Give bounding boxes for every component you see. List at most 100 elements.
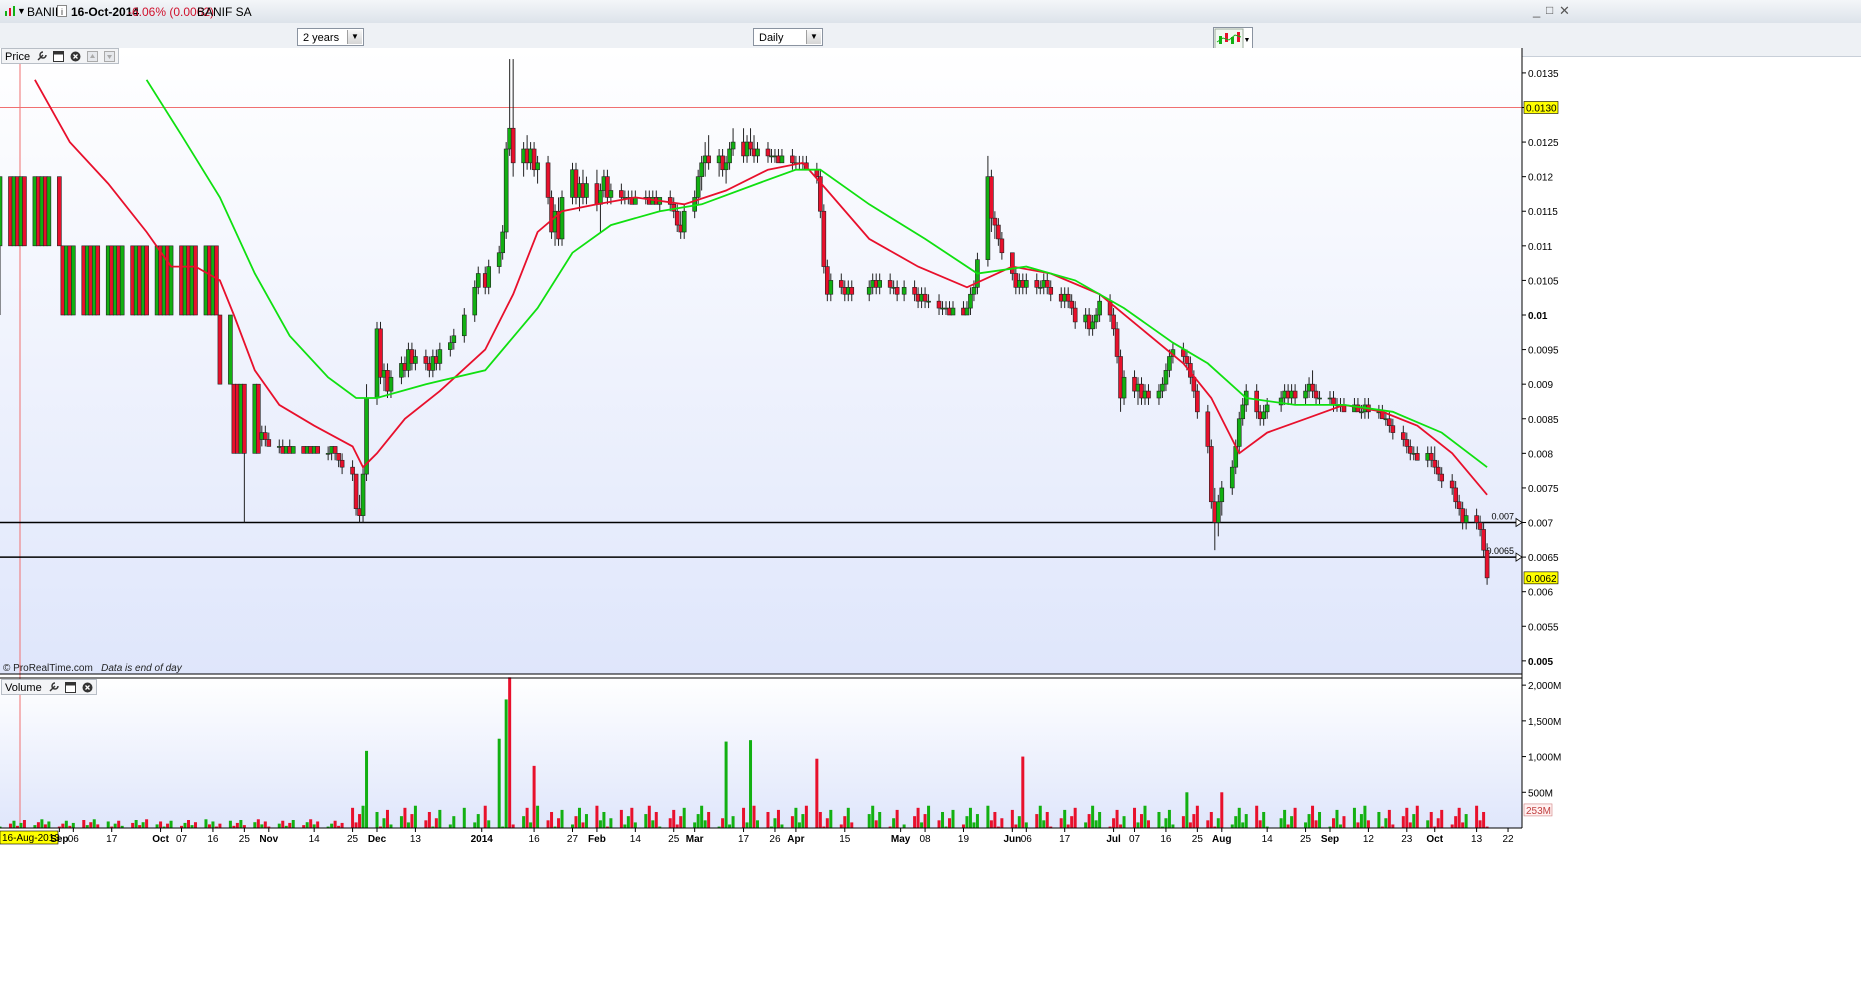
move-down-icon[interactable]: [104, 51, 116, 62]
volume-bar: [560, 809, 564, 828]
candle-body: [46, 176, 52, 247]
candle-body: [926, 300, 931, 303]
volume-bar: [1209, 811, 1213, 828]
candle-body: [451, 335, 457, 343]
volume-bar: [253, 822, 257, 828]
candle-body: [1209, 446, 1214, 503]
volume-bar: [1094, 820, 1098, 828]
volume-tick-label: 1,500M: [1528, 717, 1561, 728]
volume-bar: [309, 819, 313, 828]
move-up-icon[interactable]: [87, 51, 99, 62]
window-icon[interactable]: [53, 51, 65, 62]
candle-body: [1456, 501, 1462, 509]
volume-bar: [40, 819, 44, 828]
volume-bar: [577, 807, 581, 828]
volume-bar: [1307, 814, 1311, 828]
volume-bar: [1073, 807, 1077, 828]
volume-bar: [972, 822, 976, 828]
candle-body: [496, 252, 502, 267]
volume-bar: [1244, 814, 1248, 828]
price-panel-title: Price: [5, 51, 31, 63]
volume-bar: [941, 811, 945, 828]
wrench-icon[interactable]: [36, 51, 47, 62]
volume-bar: [1405, 807, 1409, 828]
x-tick-label: 19: [958, 834, 970, 845]
volume-bar: [1426, 820, 1430, 828]
x-tick-label: 07: [1129, 834, 1141, 845]
candle-body: [472, 287, 478, 316]
volume-bar: [487, 820, 491, 828]
current-volume-label: 253M: [1526, 806, 1551, 817]
candle-body: [1390, 425, 1396, 433]
x-tick-label: 14: [630, 834, 642, 845]
close-icon[interactable]: [82, 682, 93, 693]
x-tick-label: 08: [920, 834, 932, 845]
volume-panel-background: [0, 678, 1522, 828]
volume-bar: [1188, 822, 1192, 828]
candle-body: [849, 287, 855, 295]
volume-bar: [207, 824, 211, 828]
candle-body: [1484, 549, 1490, 579]
candle-body: [217, 314, 223, 385]
candle-body: [256, 383, 261, 454]
candle-body: [0, 176, 3, 247]
x-tick-label: Dec: [368, 834, 387, 845]
candle-body: [1313, 390, 1319, 399]
x-tick-label: 25: [347, 834, 359, 845]
volume-bar: [204, 819, 208, 828]
x-tick-label: Jul: [1106, 834, 1121, 845]
x-tick-label: Oct: [152, 834, 169, 845]
volume-bar: [595, 805, 599, 828]
candle-body: [168, 245, 174, 316]
volume-bar: [644, 814, 648, 828]
volume-bar: [1206, 820, 1210, 828]
volume-bar: [483, 805, 487, 828]
volume-bar: [361, 805, 365, 828]
volume-bar: [131, 822, 135, 828]
volume-bar: [1157, 811, 1161, 828]
candle-body: [1477, 522, 1483, 530]
volume-bar: [1192, 814, 1196, 828]
volume-bar: [1045, 811, 1049, 828]
candle-body: [228, 314, 233, 385]
x-tick-label: 16: [207, 834, 219, 845]
volume-bar: [721, 818, 725, 828]
volume-bar: [473, 822, 477, 828]
y-tick-label: 0.0105: [1528, 276, 1559, 287]
candle-body: [598, 190, 603, 205]
candle-body: [1069, 300, 1074, 309]
volume-bar: [263, 821, 267, 828]
volume-bar: [305, 822, 309, 828]
x-tick-label: 17: [738, 834, 750, 845]
candle-body: [1072, 307, 1078, 323]
y-tick-label: 0.0065: [1528, 553, 1559, 564]
window-icon[interactable]: [64, 682, 76, 693]
volume-bar: [1014, 824, 1018, 828]
candle-body: [332, 446, 338, 454]
candle-body: [1401, 432, 1406, 440]
volume-bar: [452, 816, 456, 828]
volume-bar: [239, 820, 243, 828]
volume-bar: [609, 818, 613, 828]
candle-body: [545, 162, 551, 198]
volume-bar: [424, 820, 428, 828]
candle-body: [263, 432, 268, 440]
candle-body: [1010, 252, 1015, 274]
close-icon[interactable]: [70, 51, 81, 62]
candle-body: [1219, 487, 1225, 503]
candle-body: [584, 183, 589, 198]
volume-bar: [1401, 816, 1405, 828]
volume-bar: [1314, 820, 1318, 828]
volume-bar: [365, 750, 369, 828]
volume-panel-label[interactable]: Volume: [1, 679, 97, 695]
volume-bar: [829, 809, 833, 828]
volume-tick-label: 1,000M: [1528, 753, 1561, 764]
volume-bar: [155, 824, 159, 828]
candle-body: [95, 245, 101, 316]
price-panel-label[interactable]: Price: [1, 48, 120, 64]
candle-body: [1048, 287, 1054, 295]
wrench-icon[interactable]: [48, 682, 59, 693]
volume-bar: [413, 805, 417, 828]
crosshair-price-label: 0.0130: [1526, 103, 1557, 114]
volume-bar: [986, 805, 990, 828]
